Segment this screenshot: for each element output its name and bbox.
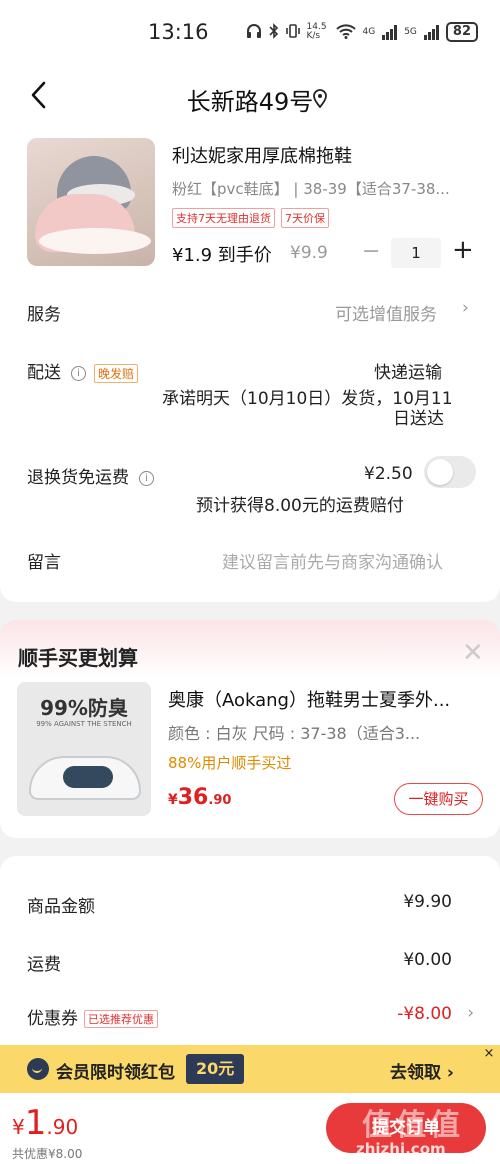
member-banner-amount: 20元: [186, 1054, 245, 1084]
status-time: 13:16: [148, 20, 209, 44]
upsell-image-sub: 99% AGAINST THE STENCH: [36, 720, 132, 728]
quantity-field[interactable]: 1: [391, 238, 441, 268]
product-price: ¥1.9 到手价: [172, 245, 272, 266]
watermark-chars: 值值值: [362, 1108, 464, 1143]
battery-indicator: 82: [445, 22, 478, 42]
claim-button[interactable]: 去领取 ›: [390, 1058, 454, 1083]
info-icon[interactable]: i: [71, 365, 86, 381]
upsell-price: ¥36.90: [168, 785, 231, 810]
upsell-product-name[interactable]: 奥康（Aokang）拖鞋男士夏季外...: [168, 686, 482, 712]
shipping-label: 运费: [27, 955, 61, 975]
delivery-row: 配送 i 晚发赔: [27, 358, 139, 383]
product-title[interactable]: 利达妮家用厚底棉拖鞋: [172, 142, 352, 168]
upsell-product-spec[interactable]: 颜色 : 白灰 尺码 : 37-38（适合3...: [168, 720, 482, 744]
toggle-knob: [427, 459, 453, 485]
status-bar: 13:16 14.5 K/s 4G 5G 82: [0, 0, 500, 66]
coupon-value[interactable]: -¥8.00: [397, 1004, 452, 1024]
signal-icon-2: [423, 24, 439, 40]
shipping-value: ¥0.00: [403, 950, 452, 970]
total-int: 1: [24, 1103, 47, 1143]
return-price: ¥2.50: [364, 464, 413, 484]
upsell-header: 顺手买更划算 ✕: [0, 620, 500, 678]
upsell-product-image[interactable]: 99%防臭 99% AGAINST THE STENCH: [17, 682, 151, 816]
watermark-url: zhizhi.com: [356, 1140, 446, 1158]
page-title: 长新路49号: [186, 88, 314, 116]
return-note: 预计获得8.00元的运费赔付: [196, 496, 404, 516]
tag-return: 支持7天无理由退货: [172, 208, 275, 228]
goods-amount-label: 商品金额: [27, 897, 95, 917]
price-summary-card: 商品金额 ¥9.90 运费 ¥0.00 优惠券 已选推荐优惠 -¥8.00 ›: [0, 856, 500, 1056]
service-label: 服务: [27, 305, 61, 325]
watermark: 值值值 zhizhi.com: [354, 1096, 500, 1164]
upsell-price-currency: ¥: [168, 792, 178, 808]
delivery-promise-line2: 日送达: [393, 409, 444, 429]
return-row: 退换货免运费 i: [27, 463, 154, 488]
signal-icon-1: [382, 24, 398, 40]
member-logo-icon: [27, 1058, 49, 1080]
service-chevron-icon[interactable]: ›: [462, 298, 469, 318]
discount-note: 共优惠¥8.00: [12, 1147, 83, 1161]
total-currency: ¥: [12, 1115, 25, 1139]
coupon-label: 优惠券: [27, 1009, 78, 1029]
late-compensation-badge: 晚发赔: [94, 363, 139, 383]
net-speed: 14.5 K/s: [306, 22, 327, 41]
wifi-icon: [335, 23, 356, 42]
nav-bar: 长新路49号: [0, 66, 500, 128]
order-card: 利达妮家用厚底棉拖鞋 粉红【pvc鞋底】 | 38-39【适合37-38... …: [0, 128, 500, 602]
net-type-2: 5G: [404, 27, 417, 37]
delivery-label: 配送: [27, 363, 61, 383]
shoe-strap-shape: [63, 766, 113, 788]
upsell-title: 顺手买更划算: [18, 646, 138, 670]
bluetooth-icon: [268, 22, 279, 42]
upsell-price-dec: .90: [208, 793, 232, 808]
upsell-price-int: 36: [177, 785, 209, 810]
goods-amount-value: ¥9.90: [403, 892, 452, 912]
coupon-chevron-icon[interactable]: ›: [467, 1003, 474, 1023]
service-value[interactable]: 可选增值服务: [335, 300, 437, 325]
member-banner-text: 会员限时领红包: [56, 1063, 175, 1083]
return-label: 退换货免运费: [27, 468, 129, 488]
product-tags: 支持7天无理由退货 7天价保: [172, 208, 329, 228]
upsell-social-proof: 88%用户顺手买过: [168, 754, 292, 772]
headphones-icon: [246, 23, 262, 42]
message-input[interactable]: 建议留言前先与商家沟通确认: [222, 548, 443, 573]
net-type-1: 4G: [362, 27, 376, 37]
close-icon[interactable]: ×: [478, 1045, 500, 1063]
product-image[interactable]: [27, 138, 155, 266]
status-icons: 14.5 K/s 4G 5G 82: [246, 22, 478, 42]
total-dec: .90: [46, 1115, 79, 1139]
quantity-plus-button[interactable]: +: [452, 235, 474, 265]
location-pin-icon[interactable]: [312, 88, 328, 109]
slipper-pink-sole-shape: [39, 228, 151, 254]
coupon-row[interactable]: 优惠券 已选推荐优惠: [27, 1004, 158, 1029]
product-original-price: ¥9.9: [290, 243, 328, 263]
quantity-minus-button[interactable]: −: [362, 239, 380, 264]
total-price: ¥1.90: [12, 1103, 78, 1143]
vibrate-icon: [285, 23, 300, 42]
tag-price-protect: 7天价保: [281, 208, 329, 228]
upsell-image-headline: 99%防臭: [40, 696, 128, 720]
close-icon[interactable]: ✕: [462, 638, 484, 668]
member-banner[interactable]: 会员限时领红包 20元 去领取 › ×: [0, 1045, 500, 1093]
message-label: 留言: [27, 553, 61, 573]
product-spec[interactable]: 粉红【pvc鞋底】 | 38-39【适合37-38...: [172, 178, 482, 199]
delivery-method: 快递运输: [374, 363, 442, 383]
return-insurance-toggle[interactable]: [424, 456, 476, 488]
info-icon[interactable]: i: [139, 470, 154, 486]
coupon-tag: 已选推荐优惠: [84, 1010, 158, 1028]
one-click-buy-button[interactable]: 一键购买: [394, 783, 483, 815]
